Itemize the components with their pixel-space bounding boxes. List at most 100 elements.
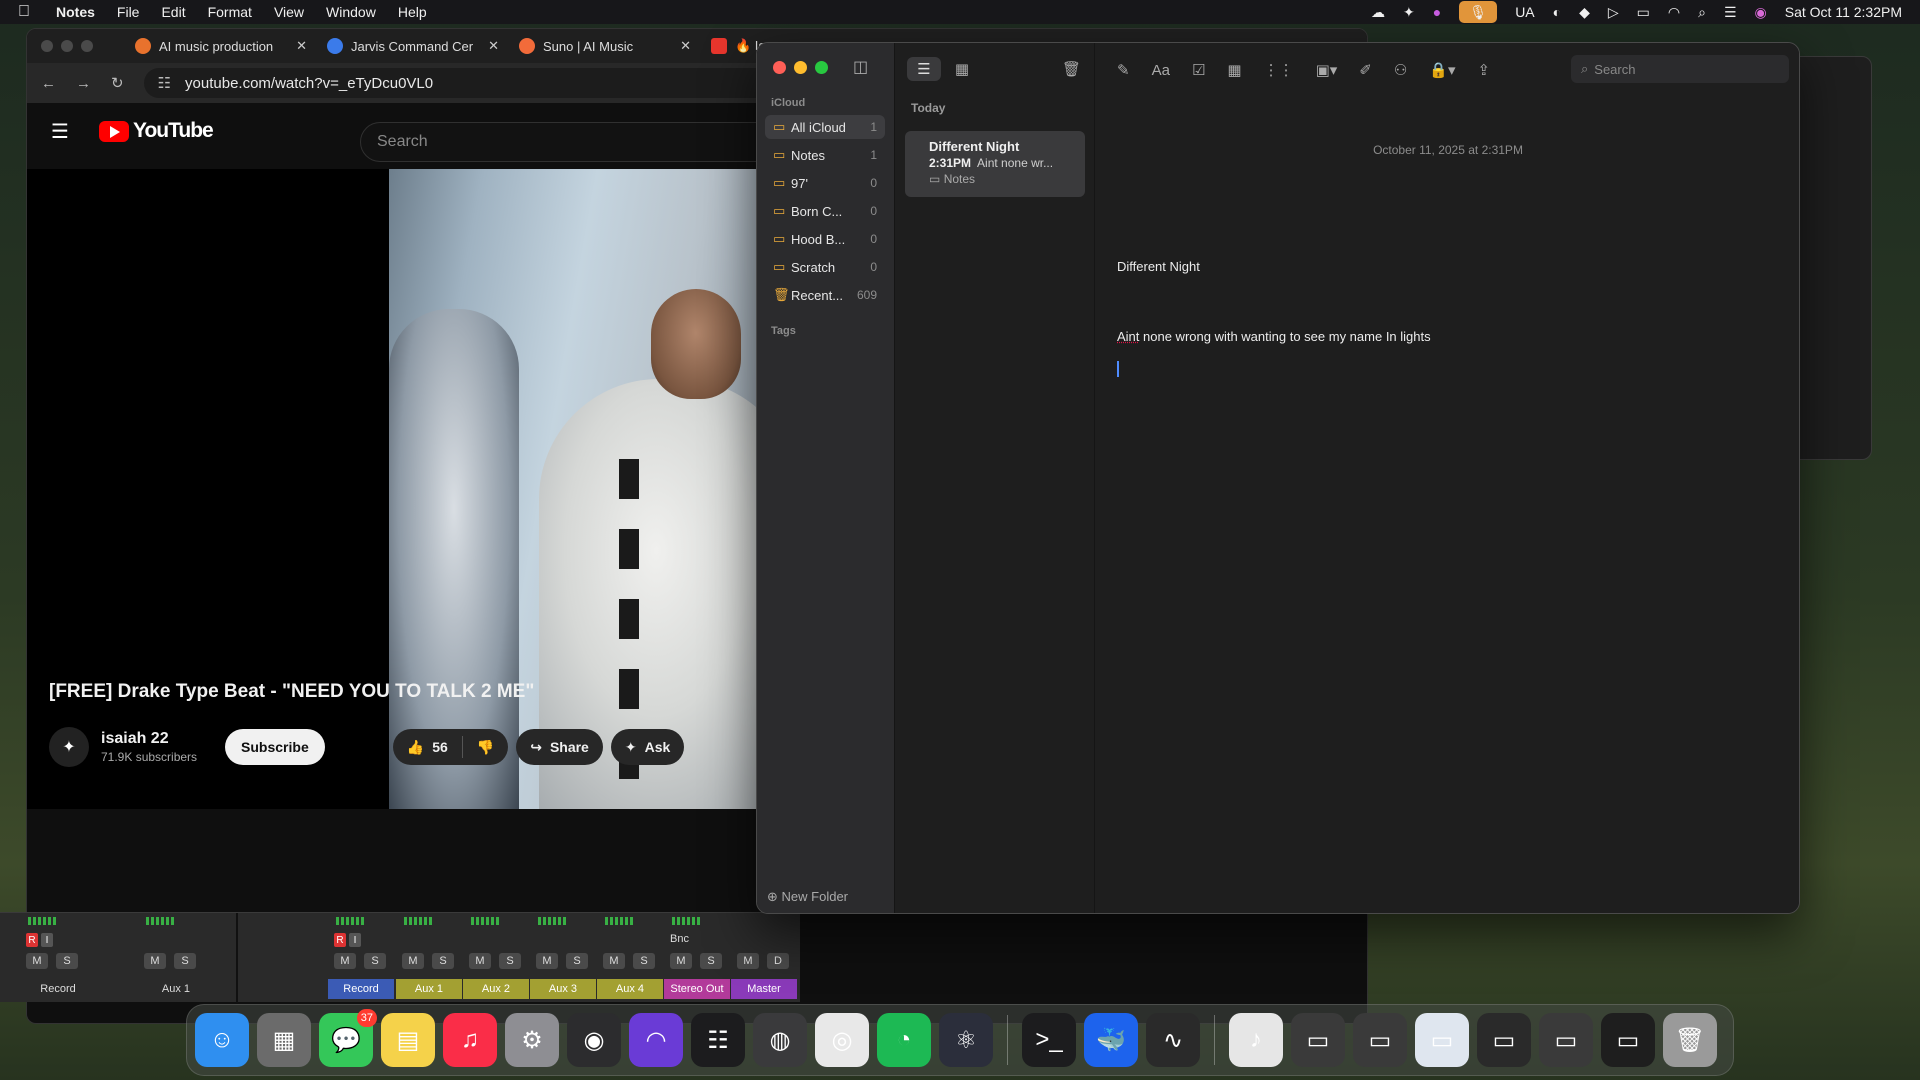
mute-button[interactable]: M (334, 953, 356, 969)
microphone-icon[interactable]: 🎙 (1459, 1, 1498, 23)
mute-button[interactable]: M (737, 953, 759, 969)
minimize-window-icon[interactable] (794, 61, 807, 74)
like-count[interactable]: 56 (432, 739, 448, 755)
solo-button[interactable]: S (633, 953, 655, 969)
battery-icon[interactable]: ▭ (1637, 4, 1650, 21)
chrome-icon[interactable]: ◎ (815, 1013, 869, 1067)
solo-button[interactable]: S (499, 953, 521, 969)
list-view-icon[interactable]: ☰ (907, 57, 941, 81)
channel-label[interactable]: Aux 1 (396, 979, 462, 999)
mute-button[interactable]: M (402, 953, 424, 969)
note-body-text[interactable]: Aint none wrong with wanting to see my n… (1117, 329, 1431, 344)
channel-label[interactable]: Aux 3 (530, 979, 596, 999)
music-file-icon[interactable]: ♪ (1229, 1013, 1283, 1067)
channel-label[interactable]: Record (328, 979, 394, 999)
youtube-logo[interactable]: YouTube (99, 119, 214, 143)
window-thumb-icon[interactable]: ▭ (1353, 1013, 1407, 1067)
terminal-icon[interactable]: >_ (1022, 1013, 1076, 1067)
window-thumb-icon[interactable]: ▭ (1291, 1013, 1345, 1067)
markup-icon[interactable]: ✐ (1359, 61, 1372, 79)
note-item-selected[interactable]: Different Night 2:31PM Aint none wr... ▭ … (905, 131, 1085, 197)
collaborate-icon[interactable]: ⚇ (1394, 61, 1407, 79)
spotlight-search-icon[interactable]: ⌕ (1698, 4, 1706, 21)
wifi-icon[interactable]: ◠ (1668, 4, 1680, 21)
solo-button[interactable]: S (566, 953, 588, 969)
folder-born[interactable]: ▭ Born C... 0 (765, 199, 885, 223)
cloud-sync-icon[interactable]: ☁ (1371, 4, 1385, 21)
trash-icon[interactable]: 🗑 (1663, 1013, 1717, 1067)
misspelled-word[interactable]: Aint (1117, 329, 1139, 344)
menu-help[interactable]: Help (398, 4, 427, 20)
folder-notes[interactable]: ▭ Notes 1 (765, 143, 885, 167)
input-monitor-button[interactable]: I (41, 933, 53, 947)
background-window[interactable] (1796, 56, 1872, 460)
menu-window[interactable]: Window (326, 4, 376, 20)
delete-note-icon[interactable]: 🗑 (1062, 60, 1081, 78)
audio-record-icon[interactable]: ⋮⋮ (1264, 61, 1294, 79)
reload-icon[interactable]: ↻ (111, 74, 124, 92)
folder-hood[interactable]: ▭ Hood B... 0 (765, 227, 885, 251)
media-icon[interactable]: ▣▾ (1316, 61, 1338, 79)
mute-button[interactable]: M (26, 953, 48, 969)
channel-name[interactable]: isaiah 22 (101, 730, 197, 748)
solo-button[interactable]: S (174, 953, 196, 969)
clock[interactable]: Sat Oct 11 2:32PM (1785, 4, 1902, 20)
ask-button[interactable]: ✦ Ask (610, 729, 685, 765)
siri-icon[interactable]: ◉ (1755, 4, 1767, 21)
tab-jarvis[interactable]: Jarvis Command Cer ✕ (317, 29, 509, 63)
notes-icon[interactable]: ▤ (381, 1013, 435, 1067)
menu-edit[interactable]: Edit (161, 4, 185, 20)
folder-recently-deleted[interactable]: 🗑 Recent... 609 (765, 283, 885, 307)
mute-button[interactable]: M (469, 953, 491, 969)
menu-icon[interactable]: ☰ (51, 119, 71, 144)
mute-button[interactable]: M (603, 953, 625, 969)
spotify-icon[interactable]: ◔ (877, 1013, 931, 1067)
channel-label[interactable]: Stereo Out (664, 979, 730, 999)
docker-icon[interactable]: 🐳 (1084, 1013, 1138, 1067)
close-tab-icon[interactable]: ✕ (488, 38, 499, 54)
notes-search-input[interactable]: ⌕ Search (1571, 55, 1789, 83)
solo-button[interactable]: S (432, 953, 454, 969)
system-settings-icon[interactable]: ⚙ (505, 1013, 559, 1067)
solo-button[interactable]: S (700, 953, 722, 969)
ua-console-icon[interactable]: ◉ (567, 1013, 621, 1067)
record-enable-button[interactable]: R (26, 933, 38, 947)
subscribe-button[interactable]: Subscribe (225, 729, 325, 765)
zoom-window-icon[interactable] (815, 61, 828, 74)
window-thumb-icon[interactable]: ▭ (1477, 1013, 1531, 1067)
sidebar-toggle-icon[interactable]: ◫ (853, 57, 868, 77)
tab-suno[interactable]: Suno | AI Music ✕ (509, 29, 701, 63)
logic-icon[interactable]: ◍ (753, 1013, 807, 1067)
close-tab-icon[interactable]: ✕ (680, 38, 691, 54)
folder-scratch[interactable]: ▭ Scratch 0 (765, 255, 885, 279)
window-thumb-icon[interactable]: ▭ (1601, 1013, 1655, 1067)
close-window-icon[interactable] (773, 61, 786, 74)
share-icon[interactable]: ⇪ (1478, 61, 1491, 79)
finder-icon[interactable]: ☺ (195, 1013, 249, 1067)
close-tab-icon[interactable]: ✕ (296, 38, 307, 54)
window-thumb-icon[interactable]: ▭ (1415, 1013, 1469, 1067)
menu-app-name[interactable]: Notes (56, 4, 95, 20)
dislike-icon[interactable]: 👎 (477, 739, 494, 756)
channel-label[interactable]: Aux 2 (463, 979, 529, 999)
mute-button[interactable]: M (670, 953, 692, 969)
lock-icon[interactable]: 🔒▾ (1429, 61, 1455, 79)
share-button[interactable]: ↪ Share (516, 729, 603, 765)
new-folder-button[interactable]: ⊕ New Folder (767, 889, 848, 905)
electron-icon[interactable]: ⚛ (939, 1013, 993, 1067)
youtube-search-input[interactable]: Search (360, 122, 780, 162)
note-body-title[interactable]: Different Night (1117, 259, 1200, 274)
launchpad-icon[interactable]: ▦ (257, 1013, 311, 1067)
ua-status-icon[interactable]: ◐ (1553, 4, 1561, 20)
folder-all-icloud[interactable]: ▭ All iCloud 1 (765, 115, 885, 139)
format-text-icon[interactable]: Aa (1152, 62, 1170, 79)
checklist-icon[interactable]: ☑ (1192, 61, 1205, 79)
table-icon[interactable]: ▦ (1227, 61, 1241, 79)
luna-icon[interactable]: ◠ (629, 1013, 683, 1067)
input-monitor-button[interactable]: I (349, 933, 361, 947)
sparkle-icon[interactable]: ✦ (1403, 4, 1415, 21)
audio-editor-icon[interactable]: ∿ (1146, 1013, 1200, 1067)
apple-menu-icon[interactable]:  (18, 3, 38, 21)
gallery-view-icon[interactable]: ▦ (945, 57, 979, 81)
like-icon[interactable]: 👍 (407, 739, 424, 756)
